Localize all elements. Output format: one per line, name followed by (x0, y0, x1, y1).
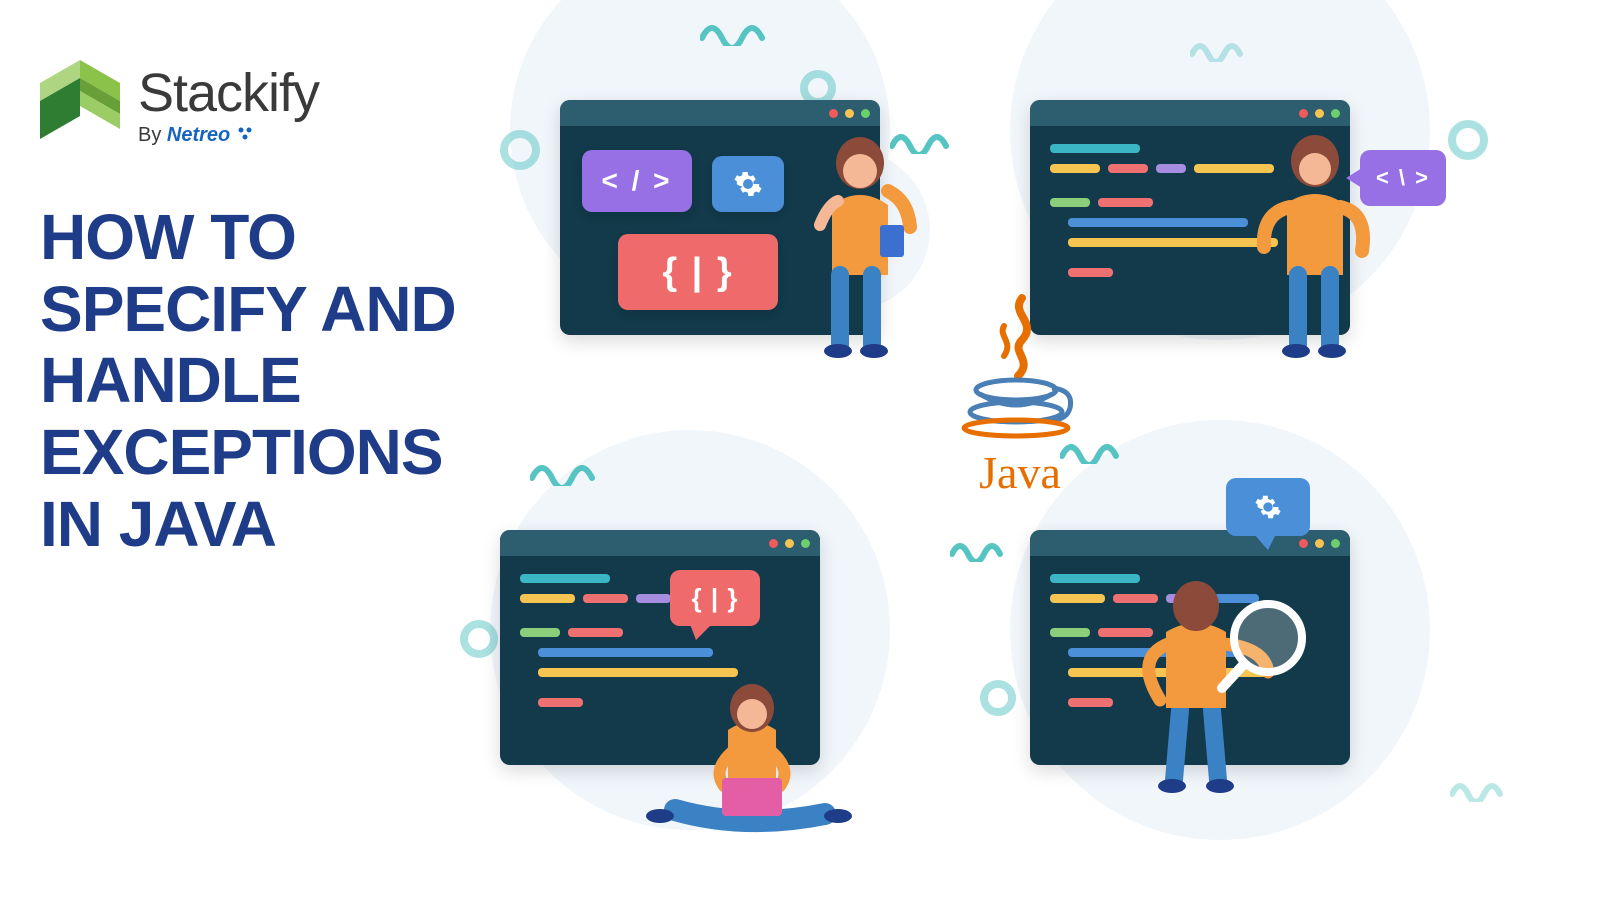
netreo-dots-icon (238, 127, 256, 141)
gear-badge (712, 156, 784, 212)
person-magnifier-illustration (1110, 560, 1290, 790)
braces-badge: { | } (618, 234, 778, 310)
gear-bubble (1226, 478, 1310, 536)
code-tag-badge: < / > (582, 150, 692, 212)
person-illustration (820, 135, 910, 345)
java-logo: Java (940, 290, 1100, 499)
stackify-mark-icon (40, 60, 120, 152)
page-title: HOW TO SPECIFY AND HANDLE EXCEPTIONS IN … (40, 202, 460, 560)
gear-icon (1254, 493, 1282, 521)
brand-byline: By Netreo (138, 124, 319, 147)
java-wordmark: Java (940, 446, 1100, 499)
hero-illustration: < / > { | } (470, 0, 1570, 900)
brand-logo: Stackify By Netreo (40, 60, 460, 152)
gear-icon (733, 169, 763, 199)
person-seated-illustration (640, 660, 840, 830)
braces-bubble: { | } (670, 570, 760, 626)
java-cup-icon (960, 290, 1080, 440)
person-illustration (1260, 135, 1350, 345)
close-tag-bubble: < \ > (1360, 150, 1446, 206)
brand-name: Stackify (138, 66, 319, 120)
